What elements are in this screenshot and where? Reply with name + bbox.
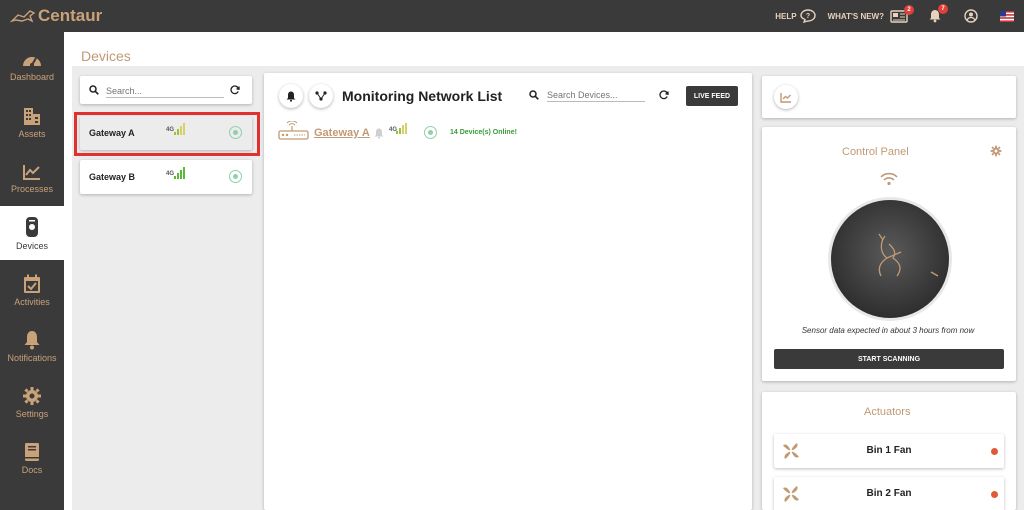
- network-nodes-icon: [315, 91, 327, 101]
- wifi-icon: [880, 172, 898, 186]
- gear-icon[interactable]: [990, 145, 1002, 157]
- sidebar: Dashboard Assets Processes Devices Activ…: [0, 32, 64, 510]
- start-scanning-button[interactable]: START SCANNING: [774, 349, 1004, 369]
- gateway-name: Gateway B: [89, 172, 136, 182]
- sidebar-item-settings[interactable]: Settings: [0, 374, 64, 430]
- signal-bars-icon: [174, 167, 185, 179]
- top-bar: Centaur HELP ? WHAT'S NEW? 2 7: [0, 0, 1024, 32]
- search-icon: [529, 90, 539, 100]
- gateway-card[interactable]: Gateway B 4G: [80, 160, 252, 194]
- status-indicator: [424, 126, 437, 139]
- monitor-search-input[interactable]: [547, 88, 645, 102]
- bell-icon: [24, 330, 40, 349]
- help-link[interactable]: HELP ?: [775, 9, 816, 23]
- calendar-check-icon: [24, 274, 40, 293]
- alerts-button[interactable]: [279, 84, 303, 108]
- gateway-link[interactable]: Gateway A: [314, 127, 370, 139]
- language-button[interactable]: [1000, 10, 1014, 22]
- whats-new-badge: 2: [904, 4, 914, 15]
- network-type: 4G: [166, 171, 175, 177]
- sidebar-item-devices[interactable]: Devices: [0, 206, 64, 260]
- status-indicator: [229, 170, 242, 183]
- actuator-status-dot: [991, 448, 998, 455]
- whats-new-label: WHAT'S NEW?: [827, 11, 884, 21]
- selection-highlight: [74, 112, 260, 156]
- control-panel-title: Control Panel: [842, 146, 909, 158]
- bell-muted-icon[interactable]: [374, 128, 384, 139]
- device-search-input[interactable]: [106, 84, 224, 98]
- actuator-label: Bin 1 Fan: [866, 445, 912, 456]
- actuator-item[interactable]: Bin 1 Fan: [774, 434, 1004, 468]
- sidebar-item-activities[interactable]: Activities: [0, 262, 64, 318]
- account-button[interactable]: [964, 9, 978, 23]
- sidebar-item-assets[interactable]: Assets: [0, 94, 64, 150]
- sidebar-item-label: Docs: [21, 464, 43, 475]
- building-icon: [24, 107, 40, 125]
- actuators-title: Actuators: [864, 406, 911, 418]
- actuator-label: Bin 2 Fan: [866, 488, 912, 499]
- sidebar-item-label: Devices: [15, 240, 48, 251]
- sidebar-item-label: Dashboard: [9, 71, 55, 82]
- sensor-status-text: Sensor data expected in about 3 hours fr…: [801, 326, 975, 335]
- router-icon: [278, 121, 309, 140]
- sidebar-item-notifications[interactable]: Notifications: [0, 318, 64, 374]
- device-search-box: [80, 76, 252, 104]
- refresh-icon[interactable]: [230, 85, 240, 95]
- whats-new-link[interactable]: WHAT'S NEW? 2: [827, 4, 914, 23]
- gear-icon: [23, 386, 41, 405]
- online-count: 14 Device(s) Online!: [450, 129, 517, 136]
- newspaper-icon-wrap: 2: [887, 4, 914, 23]
- sidebar-item-processes[interactable]: Processes: [0, 150, 64, 206]
- gauge-icon: [23, 56, 41, 67]
- chart-card: [762, 76, 1016, 118]
- line-chart-icon: [780, 92, 791, 103]
- scan-radar-dial[interactable]: [827, 196, 953, 322]
- signal-bars-icon: [396, 123, 407, 134]
- notifications-badge: 7: [938, 4, 948, 14]
- monitoring-title: Monitoring Network List: [342, 88, 503, 104]
- monitor-search: [529, 88, 669, 102]
- svg-text:?: ?: [805, 13, 809, 20]
- centaur-icon: [10, 10, 36, 23]
- us-flag-icon: [1000, 10, 1014, 22]
- book-icon: [25, 442, 39, 461]
- search-icon: [89, 85, 99, 95]
- sidebar-item-label: Settings: [15, 408, 49, 419]
- line-chart-icon: [23, 164, 40, 180]
- bell-icon: [286, 91, 296, 102]
- sidebar-item-docs[interactable]: Docs: [0, 430, 64, 486]
- sidebar-item-dashboard[interactable]: Dashboard: [0, 38, 64, 94]
- help-bubble-icon: ?: [799, 9, 816, 23]
- sidebar-item-label: Assets: [18, 128, 46, 139]
- brand-logo[interactable]: Centaur: [10, 6, 102, 26]
- chart-button[interactable]: [774, 85, 798, 109]
- refresh-icon[interactable]: [659, 90, 669, 100]
- actuator-item[interactable]: Bin 2 Fan: [774, 477, 1004, 510]
- live-feed-button[interactable]: LIVE FEED: [686, 86, 738, 106]
- sidebar-item-label: Processes: [10, 183, 54, 194]
- actuator-status-dot: [991, 491, 998, 498]
- device-sensor-icon: [26, 216, 38, 237]
- sidebar-item-label: Activities: [14, 296, 50, 307]
- page-title: Devices: [81, 48, 131, 64]
- sidebar-item-label: Notifications: [7, 352, 57, 363]
- brand-name: Centaur: [38, 6, 103, 25]
- network-topology-button[interactable]: [309, 84, 333, 108]
- help-label: HELP: [775, 11, 797, 21]
- user-circle-icon: [964, 9, 978, 23]
- notifications-button[interactable]: 7: [928, 4, 948, 23]
